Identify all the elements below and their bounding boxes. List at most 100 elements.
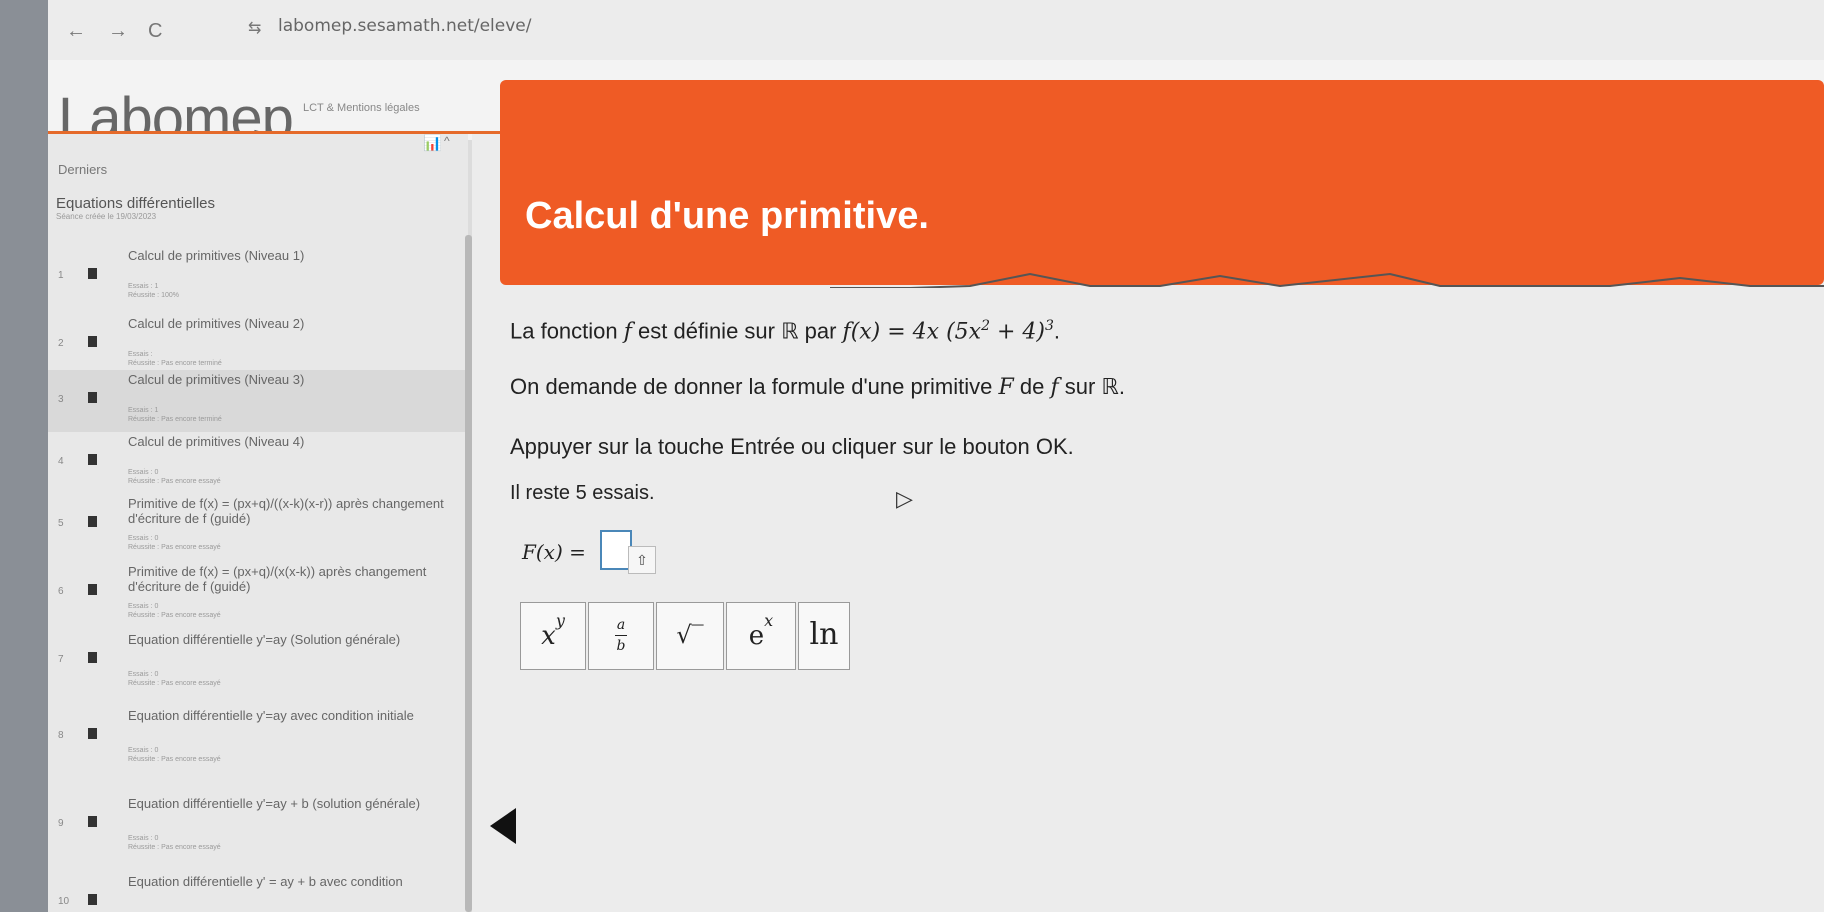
fraction-key[interactable]: a b: [588, 602, 654, 670]
reload-icon[interactable]: C: [148, 20, 162, 43]
legal-link[interactable]: LCT & Mentions légales: [303, 102, 420, 114]
math-exponent: 3: [1045, 318, 1054, 334]
math-f: f: [1050, 375, 1059, 400]
sidebar-item-5[interactable]: 5 Primitive de f(x) = (px+q)/((x-k)(x-r)…: [48, 494, 468, 556]
back-icon[interactable]: ←: [66, 20, 86, 43]
sidebar-header: Derniers: [58, 162, 108, 177]
sidebar-item-9[interactable]: 9 Equation différentielle y'=ay + b (sol…: [48, 794, 468, 856]
ln-key[interactable]: ln: [798, 602, 850, 670]
item-label: Primitive de f(x) = (px+q)/((x-k)(x-r)) …: [128, 496, 444, 526]
item-label: Equation différentielle y'=ay avec condi…: [128, 708, 414, 723]
statement-line-1: La fonction f est définie sur ℝ par f(x)…: [510, 318, 1060, 344]
sidebar-item-2[interactable]: 2 Calcul de primitives (Niveau 2) Essais…: [48, 314, 468, 376]
item-number: 6: [58, 586, 64, 597]
text-segment: de: [1013, 374, 1051, 399]
item-meta: Essais : Réussite : Pas encore terminé: [128, 351, 222, 367]
sidebar-item-10[interactable]: 10 Equation différentielle y' = ay + b a…: [48, 872, 468, 912]
item-label: Equation différentielle y'=ay + b (solut…: [128, 796, 421, 811]
item-number: 5: [58, 518, 64, 529]
left-edge: [0, 0, 48, 912]
statement-line-2: On demande de donner la formule d'une pr…: [510, 374, 1125, 400]
key-base: e: [748, 621, 765, 651]
exercise-icon: [88, 816, 97, 827]
exercise-icon: [88, 454, 97, 465]
url-bar[interactable]: labomep.sesamath.net/eleve/: [278, 16, 531, 36]
key-numerator: a: [616, 617, 626, 633]
item-number: 1: [58, 270, 64, 281]
item-number: 9: [58, 818, 64, 829]
chart-icon[interactable]: 📊: [423, 134, 442, 152]
item-meta: Essais : 0 Réussite : Pas encore essayé: [128, 835, 221, 851]
item-label: Calcul de primitives (Niveau 3): [128, 372, 305, 387]
mouse-cursor-icon: ▷: [896, 486, 913, 511]
power-key[interactable]: xy: [520, 602, 586, 670]
exercise-icon: [88, 268, 97, 279]
sequence-date: Séance créée le 19/03/2023: [56, 212, 157, 221]
shift-icon[interactable]: ⇧: [628, 546, 656, 574]
item-meta: Essais : 0 Réussite : Pas encore essayé: [128, 469, 221, 485]
sidebar-scrollbar[interactable]: [465, 235, 472, 912]
exercise-icon: [88, 584, 97, 595]
collapse-icon[interactable]: ^: [444, 134, 450, 148]
item-number: 2: [58, 338, 64, 349]
sidebar: Derniers 📊 ^ Equations différentielles S…: [48, 134, 468, 912]
decorative-wave: [830, 272, 1824, 288]
key-base: x: [541, 621, 556, 651]
math-exponent: 2: [981, 318, 990, 334]
item-meta: Essais : 0 Réussite : Pas encore essayé: [128, 671, 221, 687]
sqrt-key[interactable]: √‾: [656, 602, 724, 670]
item-label: Equation différentielle y' = ay + b avec…: [128, 874, 403, 889]
item-number: 10: [58, 896, 70, 907]
item-label: Equation différentielle y'=ay (Solution …: [128, 632, 401, 647]
exercise-icon: [88, 652, 97, 663]
item-number: 8: [58, 730, 64, 741]
collapse-arrow-icon[interactable]: [490, 808, 516, 844]
exercise-title: Calcul d'une primitive.: [525, 195, 929, 237]
browser-toolbar: ← → C ⇆ labomep.sesamath.net/eleve/: [48, 0, 1824, 61]
fraction-bar: [615, 635, 627, 636]
text-segment: .: [1053, 318, 1061, 344]
item-meta: Essais : 0 Réussite : Pas encore essayé: [128, 535, 221, 551]
item-label: Calcul de primitives (Niveau 2): [128, 316, 305, 331]
item-meta: Essais : 1 Réussite : Pas encore terminé: [128, 407, 222, 423]
instruction-line: Appuyer sur la touche Entrée ou cliquer …: [510, 434, 1074, 459]
site-info-icon[interactable]: ⇆: [248, 18, 261, 38]
item-label: Calcul de primitives (Niveau 1): [128, 248, 305, 263]
item-label: Primitive de f(x) = (px+q)/(x(x-k)) aprè…: [128, 564, 427, 594]
title-banner: [500, 80, 1824, 285]
text-segment: La fonction: [510, 318, 624, 344]
forward-icon[interactable]: →: [108, 20, 128, 43]
key-denominator: b: [616, 638, 626, 654]
text-segment: est définie sur ℝ par: [631, 318, 843, 344]
item-meta: Essais : 0 Réussite : Pas encore essayé: [128, 603, 221, 619]
item-number: 4: [58, 456, 64, 467]
exercise-icon: [88, 516, 97, 527]
sequence-title: Equations différentielles: [56, 195, 215, 212]
exercise-icon: [88, 894, 97, 905]
math-f: f: [623, 319, 632, 345]
exercise-icon: [88, 392, 97, 403]
sidebar-item-6[interactable]: 6 Primitive de f(x) = (px+q)/(x(x-k)) ap…: [48, 562, 468, 624]
item-label: Calcul de primitives (Niveau 4): [128, 434, 305, 449]
math-formula: + 4): [990, 319, 1045, 345]
exercise-icon: [88, 336, 97, 347]
key-label: ln: [809, 617, 839, 652]
sidebar-item-4[interactable]: 4 Calcul de primitives (Niveau 4) Essais…: [48, 432, 468, 494]
item-number: 3: [58, 394, 64, 405]
key-exponent: y: [555, 610, 565, 630]
text-segment: sur ℝ.: [1058, 374, 1125, 399]
sidebar-item-1[interactable]: 1 Calcul de primitives (Niveau 1) Essais…: [48, 246, 468, 308]
math-F: F: [998, 375, 1014, 400]
sidebar-item-7[interactable]: 7 Equation différentielle y'=ay (Solutio…: [48, 630, 468, 692]
item-meta: Essais : 1 Réussite : 100%: [128, 283, 179, 299]
answer-label: F(x) =: [522, 540, 586, 564]
text-segment: On demande de donner la formule d'une pr…: [510, 374, 999, 399]
item-meta: Essais : 0 Réussite : Pas encore essayé: [128, 747, 221, 763]
sqrt-icon: √‾: [676, 621, 704, 649]
sidebar-item-8[interactable]: 8 Equation différentielle y'=ay avec con…: [48, 706, 468, 768]
attempts-remaining: Il reste 5 essais.: [510, 482, 655, 504]
item-number: 7: [58, 654, 64, 665]
sidebar-item-3[interactable]: 3 Calcul de primitives (Niveau 3) Essais…: [48, 370, 468, 432]
exercise-icon: [88, 728, 97, 739]
exp-key[interactable]: ex: [726, 602, 796, 670]
